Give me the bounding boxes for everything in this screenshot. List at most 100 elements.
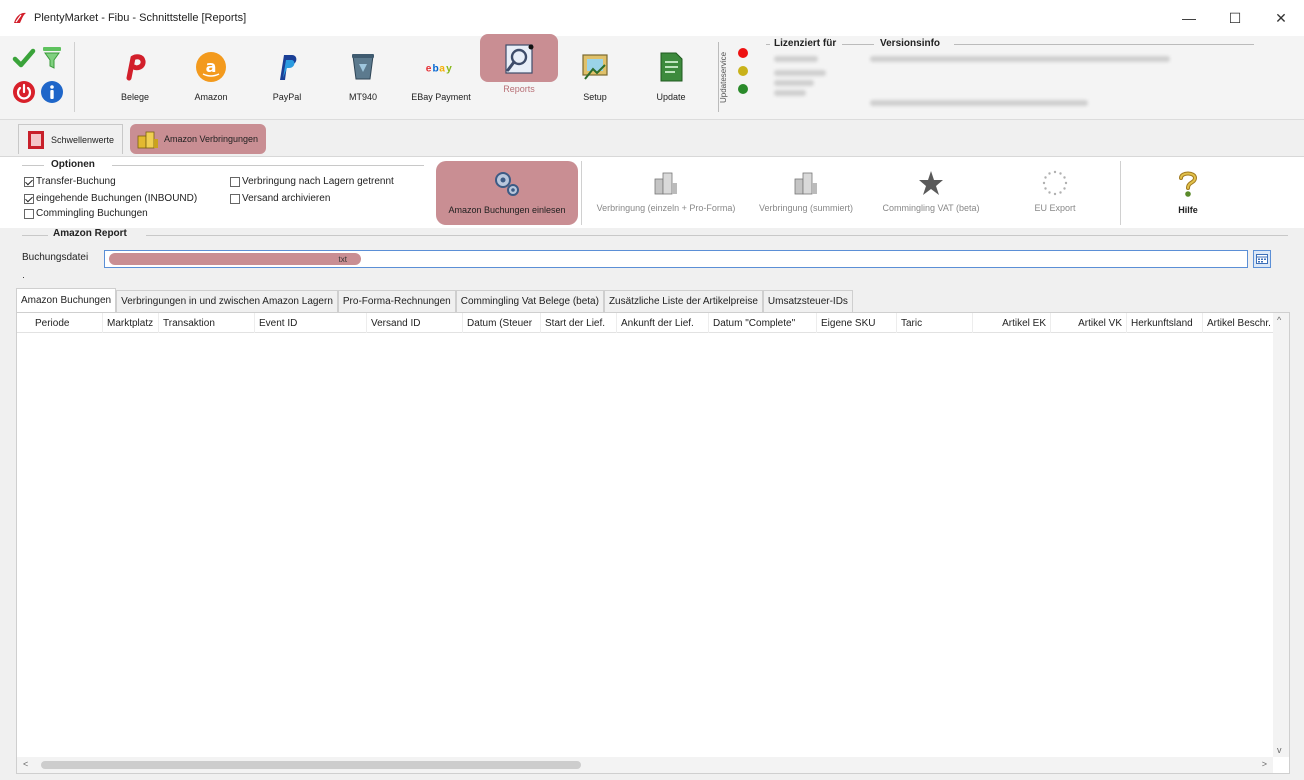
checkbox-box[interactable]	[24, 208, 34, 219]
subtab-umsatzsteuer-ids[interactable]: Umsatzsteuer-IDs	[762, 290, 853, 312]
amazon-icon: a	[196, 52, 226, 82]
commingling-vat-button[interactable]: Commingling VAT (beta)	[872, 161, 990, 225]
building-icon	[654, 172, 677, 195]
tab-amazon-verbringungen[interactable]: Amazon Verbringungen	[130, 124, 267, 154]
subtab-pro-forma[interactable]: Pro-Forma-Rechnungen	[337, 290, 456, 312]
toolbar-button-ebay-payment[interactable]: e b a y EBay Payment	[402, 36, 480, 120]
subtab-artikelpreise[interactable]: Zusätzliche Liste der Artikelpreise	[603, 290, 763, 312]
filter-icon[interactable]	[40, 44, 64, 72]
checkbox-box[interactable]	[230, 176, 240, 187]
scroll-down-icon[interactable]: v	[1277, 745, 1282, 755]
checkbox-commingling-buchungen[interactable]: Commingling Buchungen	[24, 208, 148, 219]
column-header[interactable]: Marktplatz	[103, 313, 159, 333]
eu-export-button[interactable]: EU Export	[1020, 161, 1090, 225]
column-header[interactable]: Eigene SKU	[817, 313, 897, 333]
toolbar-button-reports[interactable]: Reports	[480, 34, 558, 94]
svg-text:a: a	[206, 57, 217, 76]
column-header[interactable]: Ankunft der Lief.	[617, 313, 709, 333]
group-border	[766, 44, 770, 45]
toolbar-button-paypal[interactable]: PayPal	[248, 36, 326, 120]
checkbox-transfer-buchung[interactable]: Transfer-Buchung	[24, 176, 116, 187]
bookings-grid[interactable]: Periode Marktplatz Transaktion Event ID …	[16, 312, 1290, 774]
action-label: EU Export	[1034, 203, 1076, 213]
toolbar-separator	[74, 42, 75, 112]
subtab-amazon-buchungen[interactable]: Amazon Buchungen	[16, 288, 117, 312]
reports-icon	[505, 44, 534, 74]
close-button[interactable]: ✕	[1258, 0, 1304, 36]
warehouse-icon	[137, 131, 158, 149]
toolbar-button-belege[interactable]: Belege	[96, 36, 174, 120]
action-label: Hilfe	[1178, 205, 1198, 215]
amazon-buchungen-einlesen-button[interactable]: Amazon Buchungen einlesen	[436, 161, 578, 225]
column-header[interactable]: Datum (Steuer	[463, 313, 541, 333]
checkbox-box[interactable]	[24, 193, 34, 204]
status-green-led	[738, 84, 748, 94]
column-header[interactable]: Event ID	[255, 313, 367, 333]
bank-bin-icon	[352, 54, 374, 80]
action-label: Amazon Buchungen einlesen	[448, 205, 566, 215]
report-sub-tabs: Amazon Buchungen Verbringungen in und zw…	[16, 288, 853, 312]
eu-stars-icon	[1042, 170, 1068, 196]
checkbox-label: Versand archivieren	[242, 193, 331, 204]
buchungsdatei-input[interactable]: txt	[104, 250, 1248, 268]
redacted-text	[870, 100, 1088, 106]
verbringung-summiert-button[interactable]: Verbringung (summiert)	[750, 161, 862, 225]
toolbar-button-update[interactable]: Update	[632, 36, 710, 120]
horizontal-scrollbar[interactable]: < >	[17, 757, 1273, 773]
checkbox-label: Verbringung nach Lagern getrennt	[242, 176, 394, 187]
buchungsdatei-label: Buchungsdatei	[22, 252, 89, 263]
subtab-commingling-vat[interactable]: Commingling Vat Belege (beta)	[455, 290, 604, 312]
tab-label: Schwellenwerte	[51, 134, 115, 145]
checkbox-box[interactable]	[230, 193, 240, 204]
info-icon[interactable]	[40, 80, 64, 104]
toolbar-button-label: PayPal	[272, 92, 302, 102]
maximize-button[interactable]: ☐	[1212, 0, 1258, 36]
column-header[interactable]: Artikel VK	[1051, 313, 1127, 333]
column-header[interactable]: Start der Lief.	[541, 313, 617, 333]
vertical-scrollbar[interactable]: ^ v	[1273, 313, 1289, 757]
column-header[interactable]: Herkunftsland	[1127, 313, 1203, 333]
scroll-right-icon[interactable]: >	[1262, 759, 1267, 769]
checkbox-box[interactable]	[24, 176, 34, 187]
checkbox-versand-archivieren[interactable]: Versand archivieren	[230, 193, 330, 204]
hilfe-button[interactable]: Hilfe	[1160, 161, 1216, 225]
action-label: Commingling VAT (beta)	[882, 203, 980, 213]
column-header[interactable]: Versand ID	[367, 313, 463, 333]
redacted-text	[774, 56, 818, 62]
toolbar-button-amazon[interactable]: a Amazon	[172, 36, 250, 120]
main-tabs: Schwellenwerte Amazon Verbringungen	[0, 120, 1304, 156]
verbringung-einzeln-button[interactable]: Verbringung (einzeln + Pro-Forma)	[588, 161, 744, 225]
section-border	[22, 235, 48, 236]
redacted-text	[774, 80, 814, 86]
action-label: Verbringung (einzeln + Pro-Forma)	[596, 203, 736, 213]
power-icon[interactable]	[12, 80, 36, 104]
svg-text:a: a	[439, 63, 445, 74]
column-header[interactable]: Artikel EK	[973, 313, 1051, 333]
column-header[interactable]: Taric	[897, 313, 973, 333]
column-header[interactable]: Artikel Beschr.	[1203, 313, 1273, 333]
tab-schwellenwerte[interactable]: Schwellenwerte	[18, 124, 124, 154]
toolbar-button-label: MT940	[348, 92, 377, 102]
column-header[interactable]: Datum "Complete"	[709, 313, 817, 333]
browse-file-button[interactable]	[1253, 250, 1271, 268]
checkbox-inbound-buchungen[interactable]: eingehende Buchungen (INBOUND)	[24, 193, 197, 204]
ok-check-icon[interactable]	[12, 46, 36, 70]
column-header[interactable]: Transaktion	[159, 313, 255, 333]
horizontal-scroll-thumb[interactable]	[41, 761, 581, 769]
toolbar-button-setup[interactable]: Setup	[556, 36, 634, 120]
options-panel: Optionen Transfer-Buchung eingehende Buc…	[0, 156, 1304, 228]
scroll-up-icon[interactable]: ^	[1277, 315, 1281, 325]
minimize-button[interactable]: —	[1166, 0, 1212, 36]
file-path-value: txt	[109, 253, 361, 265]
checkbox-lager-getrennt[interactable]: Verbringung nach Lagern getrennt	[230, 176, 394, 187]
column-header[interactable]: Periode	[17, 313, 103, 333]
main-toolbar: Belege a Amazon PayPal MT940 e b a y EBa…	[0, 34, 1304, 120]
scroll-left-icon[interactable]: <	[23, 759, 28, 769]
plenty-p-icon	[126, 54, 146, 81]
star-icon	[919, 171, 943, 195]
status-red-led	[738, 48, 748, 58]
toolbar-button-mt940[interactable]: MT940	[324, 36, 402, 120]
licensed-for-label: Lizenziert für	[774, 38, 837, 49]
subtab-verbringungen[interactable]: Verbringungen in und zwischen Amazon Lag…	[116, 290, 338, 312]
ebay-icon: e b a y	[426, 63, 452, 74]
